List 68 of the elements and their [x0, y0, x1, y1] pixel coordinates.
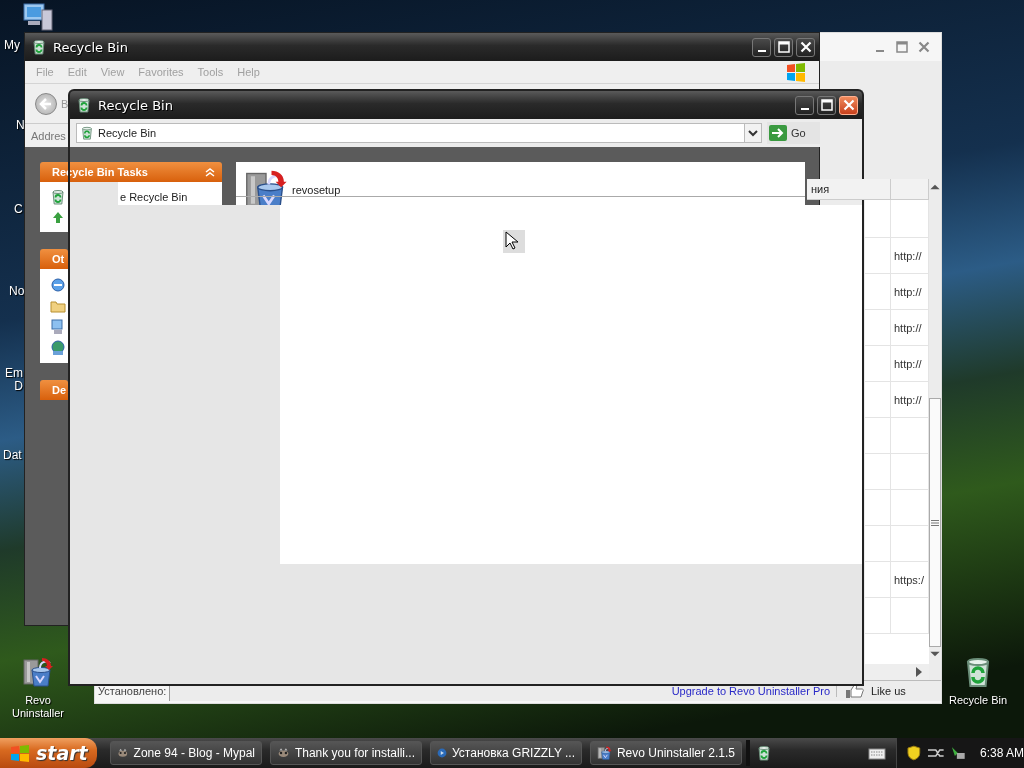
- device-icon[interactable]: [950, 745, 966, 761]
- close-icon: [917, 41, 930, 53]
- maximize-button[interactable]: [774, 37, 793, 57]
- close-button[interactable]: [796, 37, 815, 57]
- clock: 6:38 AM: [979, 746, 1024, 760]
- table-cell: http://: [891, 346, 929, 381]
- minimize-icon: [800, 108, 809, 110]
- recycle-bin-icon: [50, 189, 66, 205]
- table-cell: http://: [891, 274, 929, 309]
- recycle-bin-icon: [756, 745, 772, 761]
- address-label: Addres: [31, 129, 66, 142]
- desktop-icon-label: N: [16, 119, 25, 132]
- taskbar-button[interactable]: Revo Uninstaller 2.1.5: [590, 741, 742, 765]
- recycle-bin-icon: [31, 39, 47, 55]
- minimize-button[interactable]: [795, 95, 814, 115]
- arrow-icon: [39, 96, 53, 111]
- computer-icon[interactable]: [22, 2, 54, 32]
- recycle-bin-icon: [80, 126, 94, 140]
- back-button[interactable]: [35, 92, 57, 115]
- desktop-icon-label[interactable]: Recycle Bin: [948, 694, 1008, 707]
- thumbs-up-icon: [845, 683, 865, 699]
- task-link[interactable]: e Recycle Bin: [120, 191, 188, 203]
- shield-icon[interactable]: [907, 745, 921, 761]
- desktop-icon-label: Em D: [5, 367, 23, 393]
- maximize-button[interactable]: [817, 95, 836, 115]
- start-button[interactable]: start: [0, 738, 97, 768]
- maximize-icon: [820, 99, 833, 111]
- back-label: B: [61, 97, 69, 110]
- close-icon: [842, 99, 855, 111]
- file-name[interactable]: revosetup: [292, 184, 341, 196]
- maximize-icon: [895, 41, 908, 53]
- chevron-down-icon[interactable]: [748, 129, 758, 137]
- close-icon: [799, 41, 812, 53]
- like-button[interactable]: Like us: [837, 682, 914, 700]
- desktop-icon-label[interactable]: Revo Uninstaller: [8, 694, 68, 720]
- grip-icon: [931, 519, 939, 526]
- desktop-icon-label: No: [9, 285, 25, 298]
- horizontal-scrollbar[interactable]: [865, 664, 929, 680]
- desktop-icon-label: C: [14, 203, 23, 216]
- window-title: Recycle Bin: [98, 97, 173, 113]
- right-arrow-icon: [915, 667, 923, 677]
- taskbar-button[interactable]: Thank you for installi...: [270, 741, 422, 765]
- windows-logo-icon: [10, 744, 30, 762]
- chevron-icon[interactable]: [204, 167, 216, 177]
- uninstaller-icon: [597, 745, 612, 761]
- desktop-icon-label: Dat: [3, 449, 22, 462]
- keyboard-icon[interactable]: [868, 746, 886, 760]
- table-cell: http://: [891, 238, 929, 273]
- address-field[interactable]: Recycle Bin: [76, 123, 762, 143]
- taskbar-button[interactable]: Zone 94 - Blog - Mypal: [110, 741, 262, 765]
- uninstaller-icon: [22, 656, 54, 688]
- taskbar-button[interactable]: Установка GRIZZLY ...: [430, 741, 582, 765]
- minimize-icon: [757, 50, 766, 52]
- minimize-button[interactable]: [752, 37, 771, 57]
- go-button[interactable]: Go: [767, 122, 820, 144]
- network-icon: [50, 339, 66, 356]
- recycle-bin-icon: [76, 97, 92, 113]
- desktop-icon-label: My: [4, 39, 20, 52]
- close-button[interactable]: [839, 95, 858, 115]
- computer-icon: [50, 318, 66, 335]
- windows-logo-icon: [785, 62, 807, 82]
- mouse-cursor-icon: [503, 230, 525, 253]
- network-icon[interactable]: [926, 746, 945, 760]
- window-title: Recycle Bin: [53, 39, 128, 55]
- maximize-icon: [777, 41, 790, 53]
- table-cell: http://: [891, 310, 929, 345]
- minimize-icon: [875, 50, 884, 52]
- arrow-icon: [769, 125, 787, 141]
